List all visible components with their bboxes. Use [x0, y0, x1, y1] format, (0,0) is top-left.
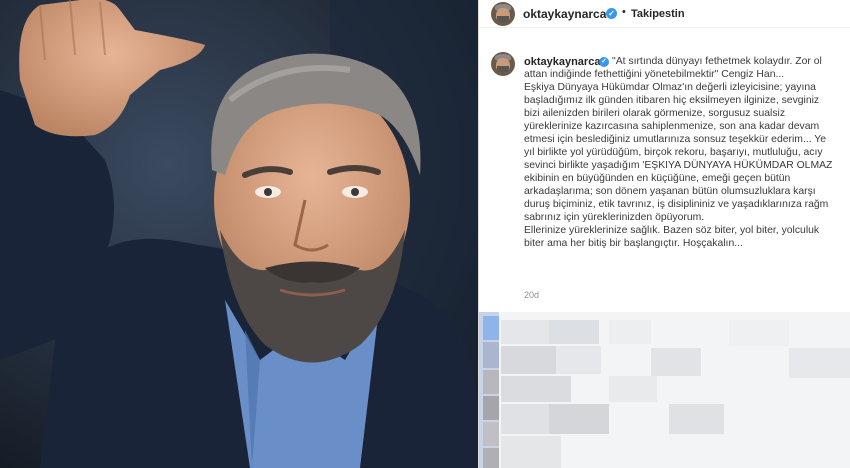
caption-line: ekibinin en büyüğünden en küçüğüne, emeğ… — [524, 173, 791, 184]
separator-dot: • — [622, 6, 626, 18]
caption-line: yıl birlikte yol yürüdüğüm, birçok rekor… — [524, 147, 823, 158]
man-waving-illustration — [0, 0, 478, 468]
blurred-comments-area — [479, 312, 850, 468]
instagram-post-panel: oktaykaynarca ✓ • Takipestin oktaykaynar… — [478, 0, 850, 468]
caption-line: Eşkiya Dünyaya Hükümdar Olmaz'ın değerli… — [524, 82, 816, 93]
post-caption: "At sırtında dünyayı fethetmek kolaydır.… — [524, 55, 850, 250]
caption-line: Ellerinize yüreklerinize sağlık. Bazen s… — [524, 225, 820, 236]
caption-line: "At sırtında dünyayı fethetmek kolaydır.… — [612, 56, 822, 67]
caption-line: sabrınız için yüreklerinizden öpüyorum. — [524, 212, 705, 223]
caption-line: başladığımız ilk günden itibaren hiç eks… — [524, 95, 820, 106]
caption-line: sevinci birlikte yaşadığım 'EŞKIYA DÜNYA… — [524, 160, 833, 171]
caption-line: attan indiğinde fethettiğini yönetebilme… — [524, 69, 785, 80]
post-photo — [0, 0, 478, 468]
follow-status-button[interactable]: Takipestin — [631, 8, 685, 20]
header-username[interactable]: oktaykaynarca — [523, 7, 606, 21]
post-header: oktaykaynarca ✓ • Takipestin — [479, 0, 850, 28]
verified-badge-icon: ✓ — [606, 8, 617, 19]
post-timestamp[interactable]: 20d — [524, 290, 539, 300]
caption-avatar[interactable] — [491, 52, 515, 76]
caption-line: etmesi için beslediğiniz umutlarınıza so… — [524, 134, 827, 145]
profile-avatar[interactable] — [491, 2, 515, 26]
caption-line: yüreklerinize kazırcasına sahiplenmenize… — [524, 121, 820, 132]
caption-line: duruş biçiminiz, etik tavrınız, iş disip… — [524, 199, 829, 210]
caption-line: biter ama her bitiş bir başlangıçtır. Ho… — [524, 238, 743, 249]
caption-line: bizi ailenizden birileri olarak görmeniz… — [524, 108, 786, 119]
caption-line: arkadaşlarıma; son dönem yaşanan bütün o… — [524, 186, 816, 197]
